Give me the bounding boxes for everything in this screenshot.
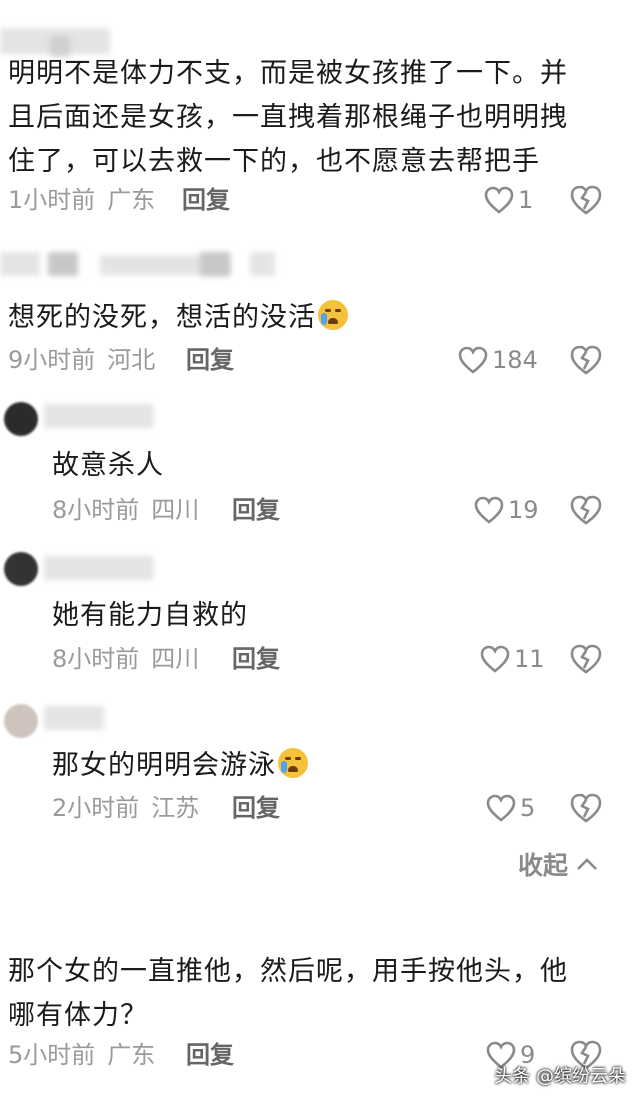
like-button[interactable]: 19: [474, 493, 539, 527]
dislike-button[interactable]: [570, 343, 602, 377]
heart-outline-icon: [458, 346, 488, 374]
comment-time: 8小时前: [52, 496, 140, 524]
avatar[interactable]: [4, 402, 38, 436]
comment-text: 明明不是体力不支，而是被女孩推了一下。并 且后面还是女孩，一直拽着那根绳子也明明…: [8, 58, 568, 177]
comment-meta: 2小时前 江苏: [52, 791, 199, 825]
reply-button[interactable]: 回复: [232, 791, 280, 825]
reply-button[interactable]: 回复: [232, 493, 280, 527]
comment-time: 1小时前: [8, 186, 96, 214]
comment-time: 9小时前: [8, 346, 96, 374]
blurred-username: [250, 252, 275, 276]
reply-button[interactable]: 回复: [186, 343, 234, 377]
heart-outline-icon: [484, 186, 514, 214]
heart-outline-icon: [486, 794, 516, 822]
comment-location: 河北: [107, 346, 156, 374]
like-button[interactable]: 5: [486, 791, 535, 825]
dislike-button[interactable]: [570, 642, 602, 676]
comment-text: 那女的明明会游泳: [52, 744, 308, 788]
comment-location: 江苏: [151, 794, 200, 822]
broken-heart-icon: [570, 793, 602, 823]
crying-face-icon: [278, 748, 308, 778]
dislike-button[interactable]: [570, 493, 602, 527]
comment-time: 2小时前: [52, 794, 140, 822]
heart-outline-icon: [480, 645, 510, 673]
like-count: 184: [492, 346, 538, 374]
reply-button[interactable]: 回复: [182, 183, 230, 217]
comment-location: 四川: [151, 645, 200, 673]
comment-text: 想死的没死，想活的没活: [8, 296, 348, 340]
collapse-label: 收起: [517, 851, 568, 880]
comment-text: 她有能力自救的: [52, 600, 248, 631]
avatar[interactable]: [4, 552, 38, 586]
comment-time: 8小时前: [52, 645, 140, 673]
like-count: 5: [520, 794, 536, 822]
collapse-replies-button[interactable]: 收起: [518, 846, 600, 882]
blurred-username: [48, 252, 78, 276]
like-count: 19: [508, 496, 539, 524]
comment-location: 四川: [151, 496, 200, 524]
comment-location: 广东: [107, 186, 156, 214]
comment-time: 5小时前: [8, 1041, 96, 1069]
heart-outline-icon: [474, 496, 504, 524]
like-button[interactable]: 184: [458, 343, 538, 377]
avatar[interactable]: [4, 704, 38, 738]
blurred-username: [0, 252, 40, 276]
like-button[interactable]: 1: [484, 183, 533, 217]
blurred-username: [44, 404, 154, 428]
comment-meta: 5小时前 广东: [8, 1038, 155, 1072]
broken-heart-icon: [570, 644, 602, 674]
dislike-button[interactable]: [570, 183, 602, 217]
comment-meta: 8小时前 四川: [52, 493, 199, 527]
comment-text: 那个女的一直推他，然后呢，用手按他头，他 哪有体力？: [8, 956, 568, 1031]
reply-button[interactable]: 回复: [232, 642, 280, 676]
comment-text: 故意杀人: [52, 450, 164, 481]
blurred-username: [44, 706, 104, 730]
comment-meta: 8小时前 四川: [52, 642, 199, 676]
like-count: 11: [514, 645, 545, 673]
comment-meta: 9小时前 河北: [8, 343, 155, 377]
broken-heart-icon: [570, 185, 602, 215]
broken-heart-icon: [570, 345, 602, 375]
blurred-username: [200, 252, 230, 276]
broken-heart-icon: [570, 495, 602, 525]
comment-location: 广东: [107, 1041, 156, 1069]
blurred-username: [44, 556, 154, 580]
like-count: 1: [518, 186, 534, 214]
watermark: 头条 @缤纷云朵: [494, 1066, 626, 1087]
dislike-button[interactable]: [570, 791, 602, 825]
like-button[interactable]: 11: [480, 642, 545, 676]
reply-button[interactable]: 回复: [186, 1038, 234, 1072]
crying-face-icon: [318, 300, 348, 330]
chevron-up-icon: [577, 858, 597, 870]
comment-meta: 1小时前 广东: [8, 183, 155, 217]
